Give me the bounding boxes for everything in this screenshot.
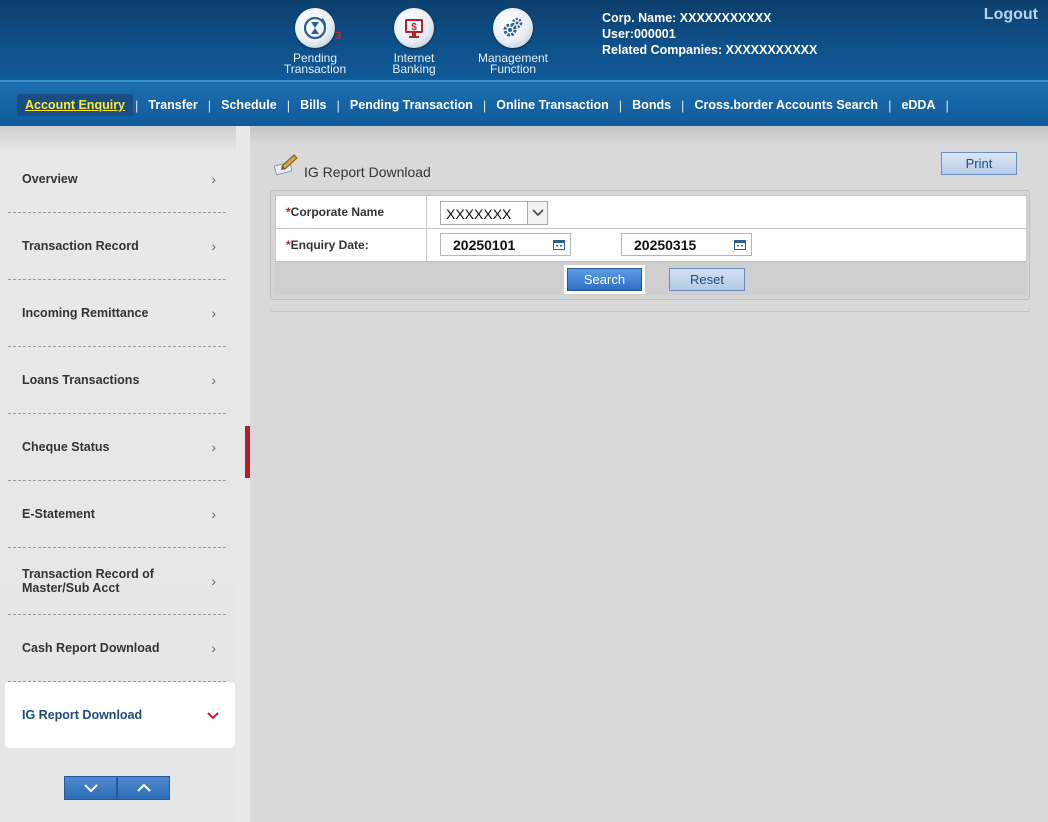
pending-label-2: Transaction [283, 62, 347, 76]
results-area-border [270, 308, 1030, 312]
print-button[interactable]: Print [941, 152, 1017, 175]
sidebar-item-cash-report-download[interactable]: Cash Report Download › [8, 615, 226, 682]
pending-transaction-button[interactable]: 3 Pending Transaction [273, 8, 357, 75]
sidebar-item-cheque-status[interactable]: Cheque Status › [8, 414, 226, 481]
enquiry-date-label: * Enquiry Date: [276, 229, 427, 261]
user-info: Corp. Name: XXXXXXXXXXX User:000001 Rela… [602, 10, 817, 58]
corporate-name-label: * Corporate Name [276, 196, 427, 228]
sidebar: Overview › Transaction Record › Incoming… [0, 126, 236, 822]
chevron-up-icon [136, 784, 151, 792]
nav-online-transaction[interactable]: Online Transaction [488, 98, 617, 112]
page-header: IG Report Download [272, 152, 431, 181]
sidebar-item-ig-report-download[interactable]: IG Report Download [5, 682, 235, 748]
form-actions: Search Reset [275, 261, 1027, 295]
date-to-value: 20250315 [634, 236, 697, 253]
chevron-right-icon: › [211, 305, 216, 321]
nav-separator: | [135, 97, 139, 113]
nav-separator: | [207, 97, 212, 113]
sidebar-item-incoming-remittance[interactable]: Incoming Remittance › [8, 280, 226, 347]
nav-bonds[interactable]: Bonds [624, 98, 679, 112]
sidebar-item-loans-transactions[interactable]: Loans Transactions › [8, 347, 226, 414]
chevron-down-icon [83, 784, 98, 792]
nav-separator: | [888, 97, 892, 113]
nav-cross-border-search[interactable]: Cross.border Accounts Search [686, 98, 886, 112]
monitor-dollar-icon: $ [394, 8, 434, 48]
enquiry-date-label-text: Enquiry Date: [290, 238, 369, 252]
related-companies: Related Companies: XXXXXXXXXXX [602, 43, 818, 57]
nav-transfer[interactable]: Transfer [140, 98, 205, 112]
chevron-down-icon [527, 202, 547, 224]
sidebar-item-master-sub-acct[interactable]: Transaction Record of Master/Sub Acct › [8, 548, 226, 615]
scroll-up-button[interactable] [117, 776, 170, 800]
sidebar-item-label: Transaction Record [22, 239, 139, 253]
internet-banking-button[interactable]: $ Internet Banking [372, 8, 456, 75]
scroll-down-button[interactable] [64, 776, 117, 800]
sidebar-item-label: Cheque Status [22, 440, 110, 454]
corporate-name-value: XXXXXXX [446, 206, 512, 222]
calendar-icon[interactable] [548, 239, 570, 250]
nav-account-enquiry[interactable]: Account Enquiry [17, 94, 134, 116]
corporate-name-label-text: Corporate Name [290, 205, 385, 219]
nav-separator: | [286, 97, 291, 113]
management-label-2: Function [489, 62, 537, 76]
form-row-enquiry-date: * Enquiry Date: 20250101 20250315 [276, 229, 1026, 261]
edit-pencil-icon [272, 152, 298, 181]
date-from-input[interactable]: 20250101 [440, 233, 571, 256]
sidebar-scroll-buttons [64, 776, 170, 800]
form-row-corporate: * Corporate Name XXXXXXX [276, 196, 1026, 229]
nav-bills[interactable]: Bills [292, 98, 334, 112]
corp-name: Corp. Name: XXXXXXXXXXX [602, 11, 772, 25]
main-content: IG Report Download Print * Corporate Nam… [250, 126, 1048, 822]
hourglass-icon: 3 [295, 8, 341, 48]
management-function-button[interactable]: Management Function [471, 8, 555, 75]
date-to-input[interactable]: 20250315 [621, 233, 752, 256]
pending-count-badge: 3 [335, 30, 342, 42]
chevron-right-icon: › [211, 640, 216, 656]
corporate-name-cell: XXXXXXX [427, 196, 1026, 228]
page-title: IG Report Download [304, 163, 431, 180]
sidebar-item-transaction-record[interactable]: Transaction Record › [8, 213, 226, 280]
chevron-right-icon: › [211, 238, 216, 254]
form-table: * Corporate Name XXXXXXX * Enquiry Date: [275, 195, 1027, 262]
nav-edda[interactable]: eDDA [893, 98, 943, 112]
gears-icon [493, 8, 533, 48]
chevron-right-icon: › [211, 171, 216, 187]
nav-pending-transaction[interactable]: Pending Transaction [342, 98, 481, 112]
internet-label-2: Banking [392, 62, 436, 76]
chevron-down-icon [207, 707, 219, 723]
main-nav: Account Enquiry | Transfer | Schedule | … [0, 80, 1048, 126]
chevron-right-icon: › [211, 372, 216, 388]
svg-text:$: $ [411, 22, 417, 33]
nav-separator: | [945, 97, 949, 113]
top-header: 3 Pending Transaction $ Internet Banking M… [0, 0, 1048, 80]
sidebar-item-overview[interactable]: Overview › [8, 146, 226, 213]
chevron-right-icon: › [211, 573, 216, 589]
sidebar-item-label: Cash Report Download [22, 641, 160, 655]
nav-separator: | [681, 97, 685, 113]
user-id: User:000001 [602, 27, 676, 41]
date-from-value: 20250101 [453, 236, 516, 253]
search-button[interactable]: Search [567, 268, 642, 291]
sidebar-item-e-statement[interactable]: E-Statement › [8, 481, 226, 548]
nav-separator: | [482, 97, 487, 113]
reset-button[interactable]: Reset [669, 268, 745, 291]
nav-separator: | [336, 97, 340, 113]
sidebar-item-label: E-Statement [22, 507, 95, 521]
sidebar-item-label: Incoming Remittance [22, 306, 149, 320]
chevron-right-icon: › [211, 506, 216, 522]
search-form: * Corporate Name XXXXXXX * Enquiry Date: [270, 190, 1030, 300]
enquiry-date-cell: 20250101 20250315 [427, 229, 1026, 261]
chevron-right-icon: › [211, 439, 216, 455]
sidebar-item-label: Overview [22, 172, 78, 186]
corporate-name-select[interactable]: XXXXXXX [440, 201, 548, 225]
nav-separator: | [618, 97, 623, 113]
sidebar-item-label: IG Report Download [22, 708, 143, 722]
logout-link[interactable]: Logout [984, 6, 1038, 24]
sidebar-item-label: Loans Transactions [22, 373, 140, 387]
nav-schedule[interactable]: Schedule [213, 98, 285, 112]
calendar-icon[interactable] [729, 239, 751, 250]
sidebar-item-label: Transaction Record of Master/Sub Acct [22, 567, 154, 595]
